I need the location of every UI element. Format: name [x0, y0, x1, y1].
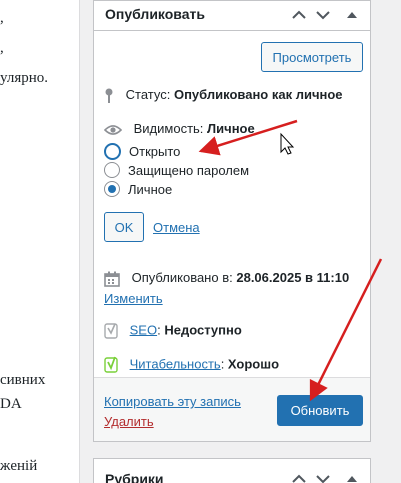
visibility-option-private[interactable]: Личное: [104, 181, 172, 197]
status-value: Опубликовано как личное: [173, 87, 343, 102]
categories-move-down-button[interactable]: [310, 467, 336, 483]
editor-text-line: ,: [0, 10, 4, 26]
readability-value: Хорошо: [227, 356, 280, 372]
visibility-value: Личное: [207, 121, 255, 136]
ok-button[interactable]: OK: [104, 212, 144, 242]
readability-link[interactable]: Читабельность: [130, 356, 221, 371]
radio-label-private: Личное: [128, 181, 173, 197]
edit-date-link[interactable]: Изменить: [104, 291, 163, 306]
chevron-down-icon: [316, 11, 330, 20]
editor-text-line: жeній: [0, 458, 38, 474]
published-date-row: Опубликовано в: 28.06.2025 в 11:10: [104, 270, 349, 287]
published-value: 28.06.2025 в 11:10: [236, 270, 350, 285]
editor-text-line: DA: [0, 396, 22, 412]
seo-row: SEO: Недоступно: [104, 322, 242, 340]
yoast-seo-icon: [104, 323, 118, 339]
caret-up-icon: [347, 476, 357, 482]
move-up-button[interactable]: [286, 3, 312, 27]
editor-content[interactable]: , , улярно. сивних DA жeній: [0, 0, 80, 483]
radio-public[interactable]: [104, 143, 121, 160]
categories-move-up-button[interactable]: [286, 467, 312, 483]
visibility-option-password[interactable]: Защищено паролем: [104, 162, 249, 178]
chevron-up-icon: [292, 10, 306, 19]
preview-button[interactable]: Просмотреть: [261, 42, 363, 72]
categories-box: Рубрики: [93, 458, 371, 483]
publish-box: Опубликовать Просмотреть Статус: Опублик…: [93, 0, 371, 442]
visibility-option-public[interactable]: Открыто: [104, 143, 180, 160]
visibility-label: Видимость:: [133, 121, 204, 136]
status-row: Статус: Опубликовано как личное: [104, 87, 343, 104]
chevron-down-icon: [316, 475, 330, 483]
cancel-link[interactable]: Отмена: [153, 220, 200, 235]
visibility-row: Видимость: Личное: [104, 121, 255, 136]
readability-icon: [104, 356, 118, 373]
publish-box-title: Опубликовать: [105, 6, 205, 22]
editor-text-line: улярно.: [0, 70, 49, 86]
seo-value: Недоступно: [164, 322, 242, 338]
radio-label-password: Защищено паролем: [128, 162, 250, 178]
categories-toggle-button[interactable]: [341, 467, 363, 483]
editor-text-line: сивних: [0, 372, 46, 388]
categories-box-title: Рубрики: [105, 471, 164, 483]
radio-private[interactable]: [104, 181, 120, 197]
toggle-panel-button[interactable]: [341, 3, 363, 27]
pin-icon: [105, 88, 113, 103]
major-publishing-actions: Копировать эту запись Удалить Обновить: [94, 377, 370, 441]
delete-link[interactable]: Удалить: [104, 414, 154, 429]
move-down-button[interactable]: [310, 3, 336, 27]
readability-colon: :: [220, 356, 228, 372]
publish-box-header: Опубликовать: [94, 1, 370, 31]
chevron-up-icon: [292, 474, 306, 483]
radio-password[interactable]: [104, 162, 120, 178]
update-button[interactable]: Обновить: [277, 395, 363, 426]
status-label: Статус:: [125, 87, 171, 102]
seo-link[interactable]: SEO: [130, 322, 157, 337]
readability-row: Читабельность: Хорошо: [104, 356, 279, 374]
calendar-icon: [104, 271, 120, 287]
copy-post-link[interactable]: Копировать эту запись: [104, 394, 241, 409]
radio-label-public: Открыто: [129, 144, 181, 159]
editor-text-line: ,: [0, 40, 4, 56]
published-label: Опубликовано в:: [131, 270, 233, 285]
caret-up-icon: [347, 12, 357, 18]
eye-icon: [104, 124, 122, 135]
